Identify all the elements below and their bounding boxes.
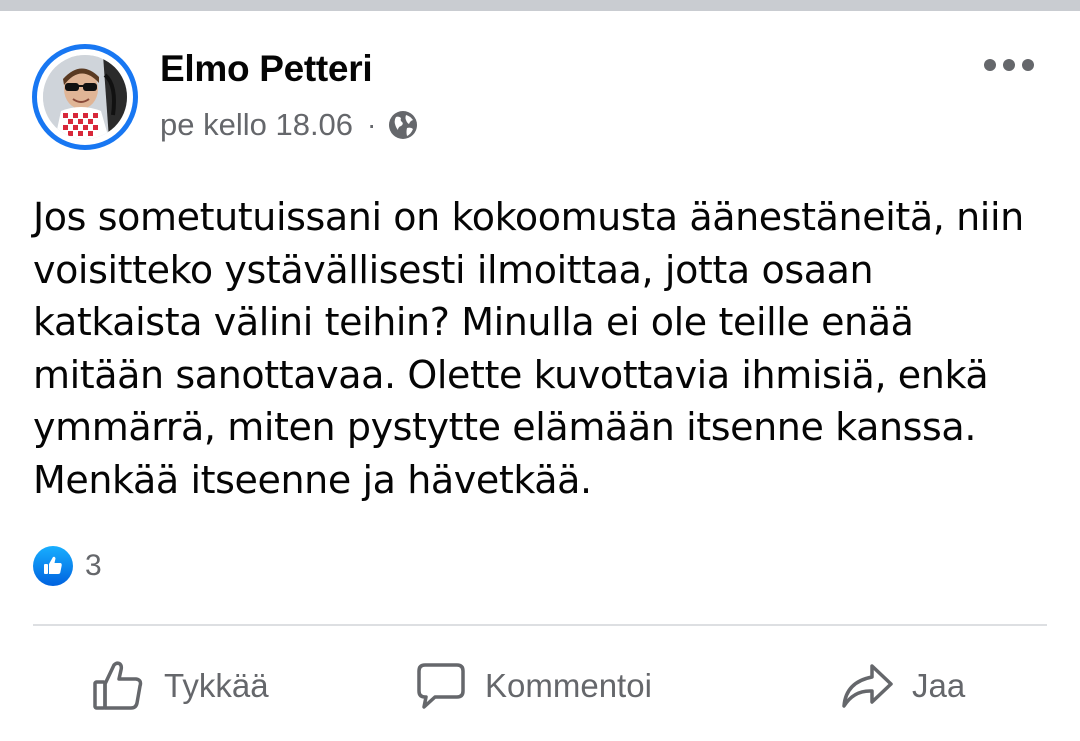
comment-button-label: Kommentoi bbox=[485, 667, 652, 704]
post-meta: pe kello 18.06 · bbox=[160, 105, 418, 145]
comment-bubble-icon bbox=[417, 663, 465, 709]
share-button[interactable]: Jaa bbox=[840, 651, 965, 721]
more-dot bbox=[984, 59, 996, 71]
like-button[interactable]: Tykkää bbox=[92, 651, 269, 721]
post-body-text: Jos sometutuissani on kokoomusta äänestä… bbox=[33, 195, 1024, 502]
like-button-label: Tykkää bbox=[164, 667, 269, 704]
more-options-icon[interactable] bbox=[984, 53, 1034, 77]
avatar-photo bbox=[43, 55, 127, 139]
comment-button[interactable]: Kommentoi bbox=[415, 651, 652, 721]
more-dot bbox=[1022, 59, 1034, 71]
post-timestamp[interactable]: pe kello 18.06 bbox=[160, 107, 353, 143]
post-actions-bar: Tykkää Kommentoi Jaa bbox=[0, 651, 1080, 721]
author-avatar[interactable] bbox=[32, 44, 138, 150]
meta-separator: · bbox=[367, 109, 377, 140]
top-separator-bar bbox=[0, 0, 1080, 11]
share-button-label: Jaa bbox=[912, 667, 966, 704]
avatar-image bbox=[43, 55, 127, 139]
actions-divider bbox=[33, 624, 1047, 626]
more-dot bbox=[1003, 59, 1015, 71]
reaction-count: 3 bbox=[85, 549, 102, 582]
like-reaction-icon bbox=[33, 546, 73, 586]
globe-icon[interactable] bbox=[388, 110, 418, 140]
post-card: Elmo Petteri pe kello 18.06 · Jos sometu… bbox=[0, 11, 1080, 741]
reactions-summary[interactable]: 3 bbox=[33, 546, 102, 586]
share-arrow-icon bbox=[842, 664, 893, 708]
thumbs-up-icon bbox=[93, 661, 143, 710]
author-name[interactable]: Elmo Petteri bbox=[160, 48, 373, 90]
